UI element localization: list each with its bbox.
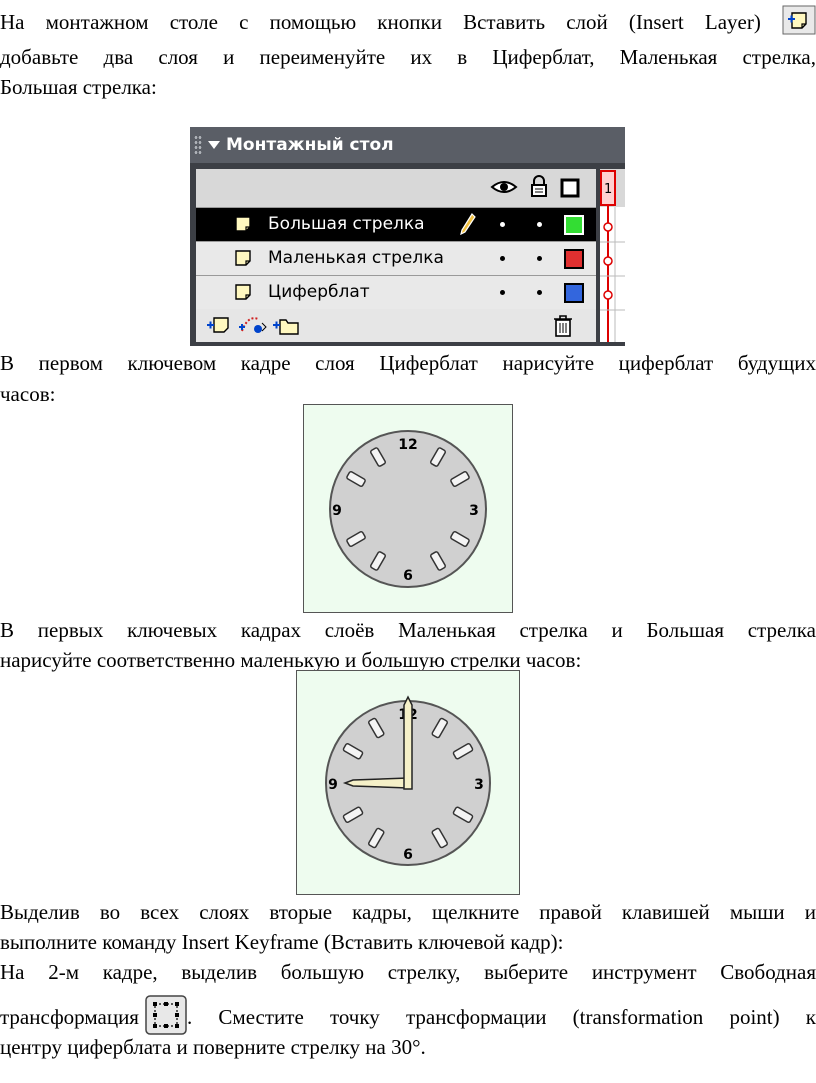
paragraph-5-text-b: . Сместите точку трансформации (transfor… [186,1004,816,1029]
big-hand[interactable] [403,695,413,790]
clock-with-hands-stage: 12 3 6 9 [296,670,520,895]
outline-color-swatch[interactable] [564,283,584,303]
layers-panel: Большая стрелка Маленькая стрелка Циферб… [196,169,596,342]
lock-icon[interactable] [530,175,548,197]
paragraph-5-text-a: трансформация [0,1004,139,1029]
layer-name: Маленькая стрелка [268,248,444,268]
layer-icon [235,216,251,232]
clock-with-hands: 12 3 6 9 [325,695,491,866]
frame-number: 1 [604,182,612,197]
frames-panel[interactable]: 1 [600,169,625,342]
layer-icon [235,250,251,266]
lock-dot[interactable] [537,222,542,227]
add-motion-guide-icon[interactable] [238,313,268,337]
paragraph-1-text: На монтажном столе с помощью кнопки Вста… [0,9,761,34]
timeline-panel: Монтажный стол Большая стрелка Маленькая… [190,127,625,346]
visibility-dot[interactable] [500,256,505,261]
layer-name: Циферблат [268,282,370,302]
timeline-title-bar[interactable]: Монтажный стол [190,127,625,163]
eye-icon[interactable] [490,177,518,197]
visibility-dot[interactable] [500,222,505,227]
pencil-icon [460,213,476,235]
outline-color-swatch[interactable] [564,249,584,269]
clock-dial-stage: 12 3 6 9 [303,404,513,613]
layer-row-small-hand[interactable]: Маленькая стрелка [196,242,596,276]
visibility-dot[interactable] [500,290,505,295]
clock-number-9: 9 [328,777,338,793]
panel-grip[interactable] [194,135,202,155]
clock-number-6: 6 [403,847,413,863]
paragraph-3-line-1: В первых ключевых кадрах слоёв Маленькая… [0,618,816,642]
outline-color-swatch[interactable] [564,215,584,235]
timeline-title: Монтажный стол [226,135,394,155]
timeline-body: Большая стрелка Маленькая стрелка Циферб… [190,163,625,346]
collapse-arrow-icon[interactable] [208,141,220,149]
layer-row-dial[interactable]: Циферблат [196,276,596,310]
lock-dot[interactable] [537,256,542,261]
layers-header [196,169,596,208]
paragraph-1-line-1: На монтажном столе с помощью кнопки Вста… [0,5,816,43]
layers-toolbar [196,309,596,342]
paragraph-5-line-3: центру циферблата и поверните стрелку на… [0,1035,426,1059]
lock-dot[interactable] [537,290,542,295]
clock-number-6: 6 [403,568,413,584]
paragraph-1-line-2: добавьте два слоя и переименуйте их в Ци… [0,45,816,69]
layer-row-big-hand[interactable]: Большая стрелка [196,208,596,242]
clock-number-3: 3 [469,503,479,519]
clock-number-12: 12 [398,437,417,453]
paragraph-2-line-1: В первом ключевом кадре слоя Циферблат н… [0,351,816,375]
clock-number-9: 9 [332,503,342,519]
paragraph-4-line-2: выполните команду Insert Keyframe (Встав… [0,930,564,954]
playhead[interactable]: 1 [600,169,625,342]
paragraph-4-line-1: Выделив во всех слоях вторые кадры, щелк… [0,900,816,924]
clock-dial: 12 3 6 9 [329,430,487,588]
insert-layer-icon[interactable] [206,315,232,337]
insert-layer-icon [782,5,816,43]
small-hand[interactable] [342,777,409,789]
paragraph-1-line-3: Большая стрелка: [0,75,157,99]
clock-number-3: 3 [474,777,484,793]
insert-folder-icon[interactable] [272,315,300,337]
layer-name: Большая стрелка [268,214,425,234]
layer-icon [235,284,251,300]
paragraph-5-line-1: На 2-м кадре, выделив большую стрелку, в… [0,960,816,984]
trash-icon[interactable] [552,314,574,338]
outline-icon[interactable] [560,178,580,198]
